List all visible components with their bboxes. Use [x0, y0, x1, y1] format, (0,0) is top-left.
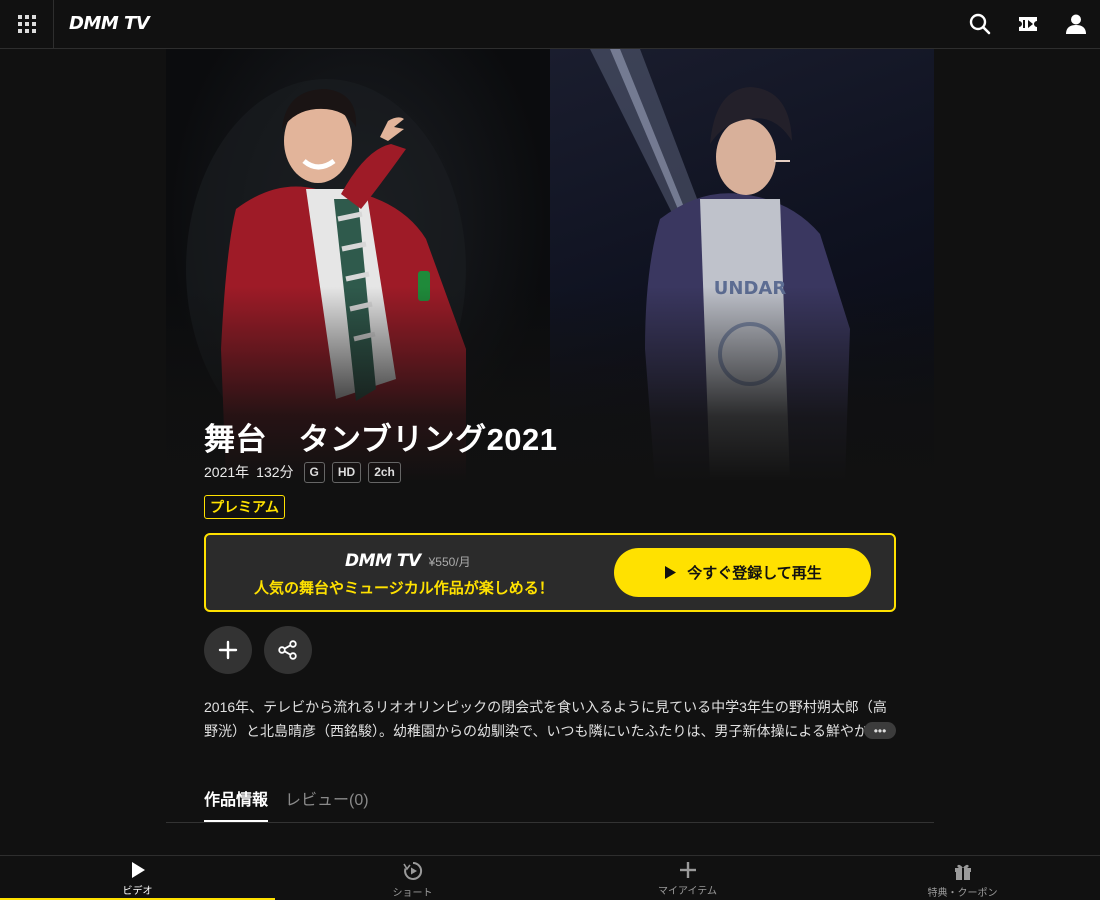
nav-benefits-label: 特典・クーポン [927, 888, 998, 899]
duration: 132分 [256, 464, 294, 480]
dmm-tv-logo[interactable]: DMM TV [69, 13, 150, 34]
nav-benefits-coupons[interactable]: 特典・クーポン [825, 856, 1100, 900]
user-icon [1066, 14, 1086, 34]
search-icon [969, 13, 991, 35]
bottom-navigation: ビデオ ショート マイアイテム 特典・クーポン [0, 855, 1100, 900]
nav-video-label: ビデオ [122, 886, 153, 897]
share-icon [278, 640, 297, 660]
promo-logo-row: DMM TV ¥550/月 [345, 551, 471, 571]
top-header: DMM TV [0, 0, 1100, 49]
menu-grid-button[interactable] [0, 0, 54, 48]
grid-icon [17, 15, 36, 33]
register-and-play-button[interactable]: 今すぐ登録して再生 [614, 548, 871, 597]
plus-icon [218, 640, 238, 660]
tab-work-info[interactable]: 作品情報 [204, 786, 269, 822]
release-year: 2021年 [204, 464, 250, 480]
play-icon [131, 862, 145, 878]
work-title: 舞台 タンブリング2021 [204, 422, 558, 457]
nav-video[interactable]: ビデオ [0, 856, 275, 900]
account-button[interactable] [1064, 12, 1088, 36]
work-description: 2016年、テレビから流れるリオオリンピックの閉会式を食い入るように見ている中学… [204, 699, 887, 739]
work-meta: 2021年 132分 G HD 2ch [204, 461, 401, 483]
ticket-button[interactable] [1016, 12, 1040, 36]
premium-badge: プレミアム [204, 495, 286, 519]
expand-description-button[interactable]: ••• [864, 722, 896, 739]
content-tabs: 作品情報 レビュー(0) [166, 780, 934, 823]
plus-icon [679, 862, 696, 878]
nav-my-items-label: マイアイテム [658, 886, 717, 897]
play-icon [665, 566, 677, 579]
add-to-mylist-button[interactable] [204, 626, 252, 674]
audio-badge: 2ch [368, 461, 401, 483]
gift-icon [954, 864, 971, 880]
nav-my-items[interactable]: マイアイテム [550, 856, 825, 900]
promo-price: ¥550/月 [428, 555, 471, 569]
rating-badge: G [303, 461, 325, 483]
ticket-icon [1019, 17, 1037, 31]
promo-text: 人気の舞台やミュージカル作品が楽しめる！ [254, 580, 554, 597]
promo-logo: DMM TV [345, 551, 421, 571]
nav-short[interactable]: ショート [275, 856, 550, 900]
quality-badge: HD [331, 461, 362, 483]
short-video-icon [402, 861, 422, 880]
nav-short-label: ショート [392, 888, 433, 899]
share-button[interactable] [264, 626, 312, 674]
tab-reviews[interactable]: レビュー(0) [285, 786, 369, 822]
search-button[interactable] [968, 12, 992, 36]
subscription-promo: DMM TV ¥550/月 人気の舞台やミュージカル作品が楽しめる！ 今すぐ登録… [204, 533, 896, 612]
cta-label: 今すぐ登録して再生 [687, 565, 822, 582]
